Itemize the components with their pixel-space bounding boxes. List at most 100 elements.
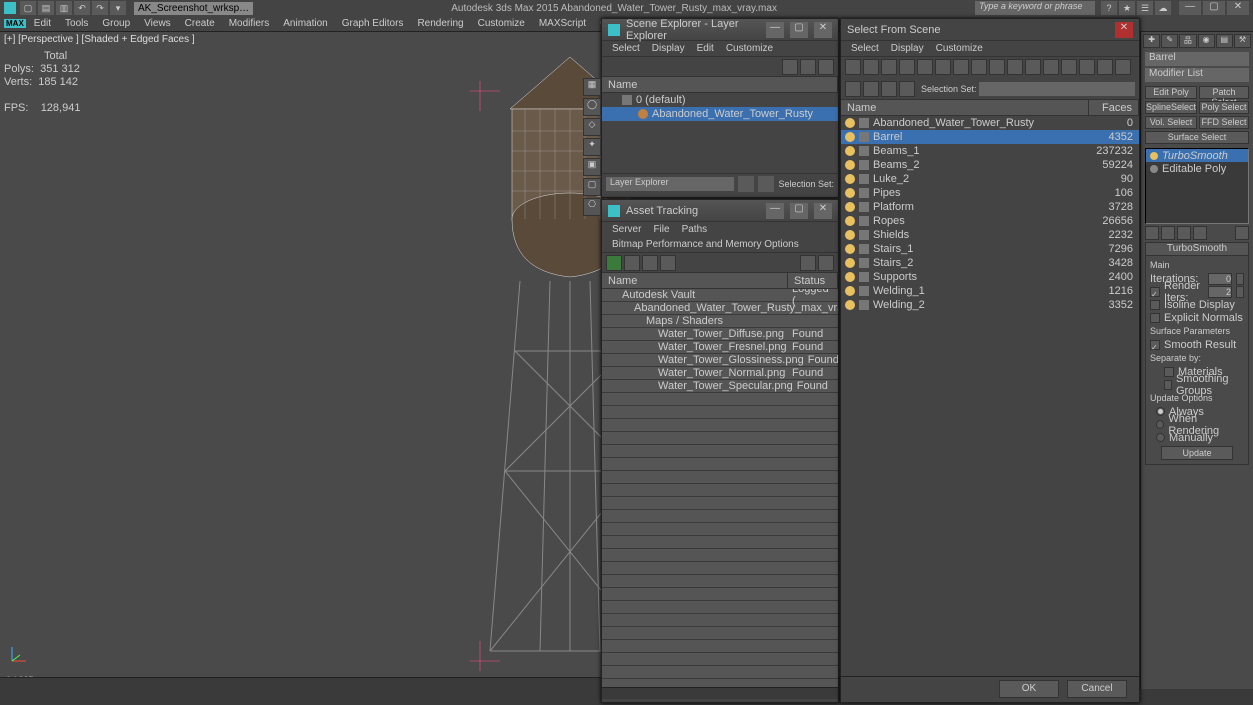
- sfs-f8-icon[interactable]: [971, 59, 987, 75]
- cloud-icon[interactable]: ☁: [1155, 1, 1171, 15]
- sfs-col-name[interactable]: Name: [841, 100, 1089, 115]
- btn-surface-select[interactable]: Surface Select: [1145, 131, 1249, 144]
- cancel-button[interactable]: Cancel: [1067, 680, 1127, 698]
- sfs-f12-icon[interactable]: [1043, 59, 1059, 75]
- scene-object-row[interactable]: Luke_290: [841, 172, 1139, 186]
- tool-display-icon[interactable]: ▦: [583, 78, 601, 96]
- tool-light-icon[interactable]: ✦: [583, 138, 601, 156]
- object-name-input[interactable]: Barrel: [1145, 52, 1249, 66]
- scene-object-row[interactable]: Welding_11216: [841, 284, 1139, 298]
- scene-object-row[interactable]: Stairs_23428: [841, 256, 1139, 270]
- sfs-f6-icon[interactable]: [935, 59, 951, 75]
- tab-create-icon[interactable]: ✚: [1143, 34, 1160, 48]
- btn-edit-poly[interactable]: Edit Poly: [1145, 86, 1197, 99]
- at-table-icon[interactable]: [660, 255, 676, 271]
- viewport-label[interactable]: [+] [Perspective ] [Shaded + Edged Faces…: [4, 34, 195, 45]
- sfs-sel-none-icon[interactable]: [863, 81, 879, 97]
- sfs-menu-display[interactable]: Display: [887, 43, 928, 54]
- menu-customize[interactable]: Customize: [472, 18, 531, 29]
- sfs-f13-icon[interactable]: [1061, 59, 1077, 75]
- sfs-f11-icon[interactable]: [1025, 59, 1041, 75]
- at-menu-paths[interactable]: Paths: [678, 224, 712, 235]
- sfs-col-faces[interactable]: Faces: [1089, 100, 1139, 115]
- tool-shape-icon[interactable]: ◇: [583, 118, 601, 136]
- sfs-f15-icon[interactable]: [1097, 59, 1113, 75]
- sfs-sel-all-icon[interactable]: [845, 81, 861, 97]
- at-maximize-icon[interactable]: ▢: [790, 203, 808, 219]
- at-col-name[interactable]: Name: [602, 273, 788, 288]
- scene-object-row[interactable]: Abandoned_Water_Tower_Rusty0: [841, 116, 1139, 130]
- open-icon[interactable]: ▤: [38, 1, 54, 15]
- remove-modifier-icon[interactable]: [1193, 226, 1207, 240]
- sfs-close-icon[interactable]: ✕: [1115, 22, 1133, 38]
- asset-row[interactable]: Autodesk VaultLogged (: [602, 289, 838, 302]
- se-close-icon[interactable]: ✕: [814, 22, 832, 38]
- close-icon[interactable]: ✕: [1227, 1, 1249, 15]
- render-iters-spinner[interactable]: [1236, 286, 1244, 298]
- btn-patch-select[interactable]: Patch Select: [1199, 86, 1249, 99]
- minimize-icon[interactable]: —: [1179, 1, 1201, 15]
- ok-button[interactable]: OK: [999, 680, 1059, 698]
- sfs-f4-icon[interactable]: [899, 59, 915, 75]
- asset-row[interactable]: Water_Tower_Fresnel.pngFound: [602, 341, 838, 354]
- at-menu-server[interactable]: Server: [608, 224, 645, 235]
- menu-animation[interactable]: Animation: [277, 18, 333, 29]
- sfs-lock-icon[interactable]: [899, 81, 915, 97]
- tool-helper-icon[interactable]: ▢: [583, 178, 601, 196]
- at-options-icon[interactable]: [818, 255, 834, 271]
- layer-row[interactable]: 0 (default): [602, 93, 838, 107]
- signin-icon[interactable]: ☰: [1137, 1, 1153, 15]
- se-search-icon[interactable]: [818, 59, 834, 75]
- tab-motion-icon[interactable]: ◉: [1198, 34, 1215, 48]
- asset-row[interactable]: Maps / Shaders: [602, 315, 838, 328]
- se-lock2-icon[interactable]: [758, 176, 774, 192]
- modifier-list-dropdown[interactable]: Modifier List: [1145, 68, 1249, 82]
- asset-row[interactable]: Water_Tower_Glossiness.pngFound: [602, 354, 838, 367]
- scene-object-row[interactable]: Pipes106: [841, 186, 1139, 200]
- menu-group[interactable]: Group: [96, 18, 136, 29]
- scene-object-row[interactable]: Beams_259224: [841, 158, 1139, 172]
- menu-edit[interactable]: Edit: [28, 18, 57, 29]
- se-menu-edit[interactable]: Edit: [693, 43, 718, 54]
- smooth-result-checkbox[interactable]: [1150, 340, 1160, 350]
- se-filter-icon[interactable]: [800, 59, 816, 75]
- max-logo-small-icon[interactable]: MAX: [4, 19, 26, 28]
- asset-row[interactable]: Water_Tower_Diffuse.pngFound: [602, 328, 838, 341]
- at-list-icon[interactable]: [642, 255, 658, 271]
- redo-icon[interactable]: ↷: [92, 1, 108, 15]
- sfs-f9-icon[interactable]: [989, 59, 1005, 75]
- sfs-f1-icon[interactable]: [845, 59, 861, 75]
- se-menu-display[interactable]: Display: [648, 43, 689, 54]
- tab-display-icon[interactable]: ▤: [1216, 34, 1233, 48]
- tab-modify-icon[interactable]: ✎: [1161, 34, 1178, 48]
- sfs-f10-icon[interactable]: [1007, 59, 1023, 75]
- menu-maxscript[interactable]: MAXScript: [533, 18, 592, 29]
- se-menu-customize[interactable]: Customize: [722, 43, 777, 54]
- scene-object-row[interactable]: Stairs_17296: [841, 242, 1139, 256]
- at-close-icon[interactable]: ✕: [814, 203, 832, 219]
- btn-ffd-select[interactable]: FFD Select: [1199, 116, 1249, 129]
- at-menu-file[interactable]: File: [649, 224, 673, 235]
- sfs-f2-icon[interactable]: [863, 59, 879, 75]
- sfs-menu-select[interactable]: Select: [847, 43, 883, 54]
- modifier-stack[interactable]: TurboSmooth Editable Poly: [1145, 148, 1249, 224]
- sfs-selset-dropdown[interactable]: [979, 82, 1135, 96]
- undo-icon[interactable]: ↶: [74, 1, 90, 15]
- se-maximize-icon[interactable]: ▢: [790, 22, 808, 38]
- se-view-icon[interactable]: [738, 176, 754, 192]
- se-col-name[interactable]: Name: [602, 77, 838, 92]
- at-help-icon[interactable]: [800, 255, 816, 271]
- scene-object-row[interactable]: Beams_1237232: [841, 144, 1139, 158]
- sfs-menu-customize[interactable]: Customize: [932, 43, 987, 54]
- render-iters-checkbox[interactable]: [1150, 287, 1160, 297]
- update-always-radio[interactable]: [1156, 407, 1165, 416]
- se-lock-icon[interactable]: [782, 59, 798, 75]
- at-tree-icon[interactable]: [624, 255, 640, 271]
- star-icon[interactable]: ★: [1119, 1, 1135, 15]
- render-iters-input[interactable]: [1208, 286, 1232, 298]
- materials-checkbox[interactable]: [1164, 367, 1174, 377]
- iterations-input[interactable]: [1208, 273, 1232, 285]
- tab-utilities-icon[interactable]: ⚒: [1234, 34, 1251, 48]
- sfs-f14-icon[interactable]: [1079, 59, 1095, 75]
- btn-poly-select[interactable]: Poly Select: [1199, 101, 1249, 114]
